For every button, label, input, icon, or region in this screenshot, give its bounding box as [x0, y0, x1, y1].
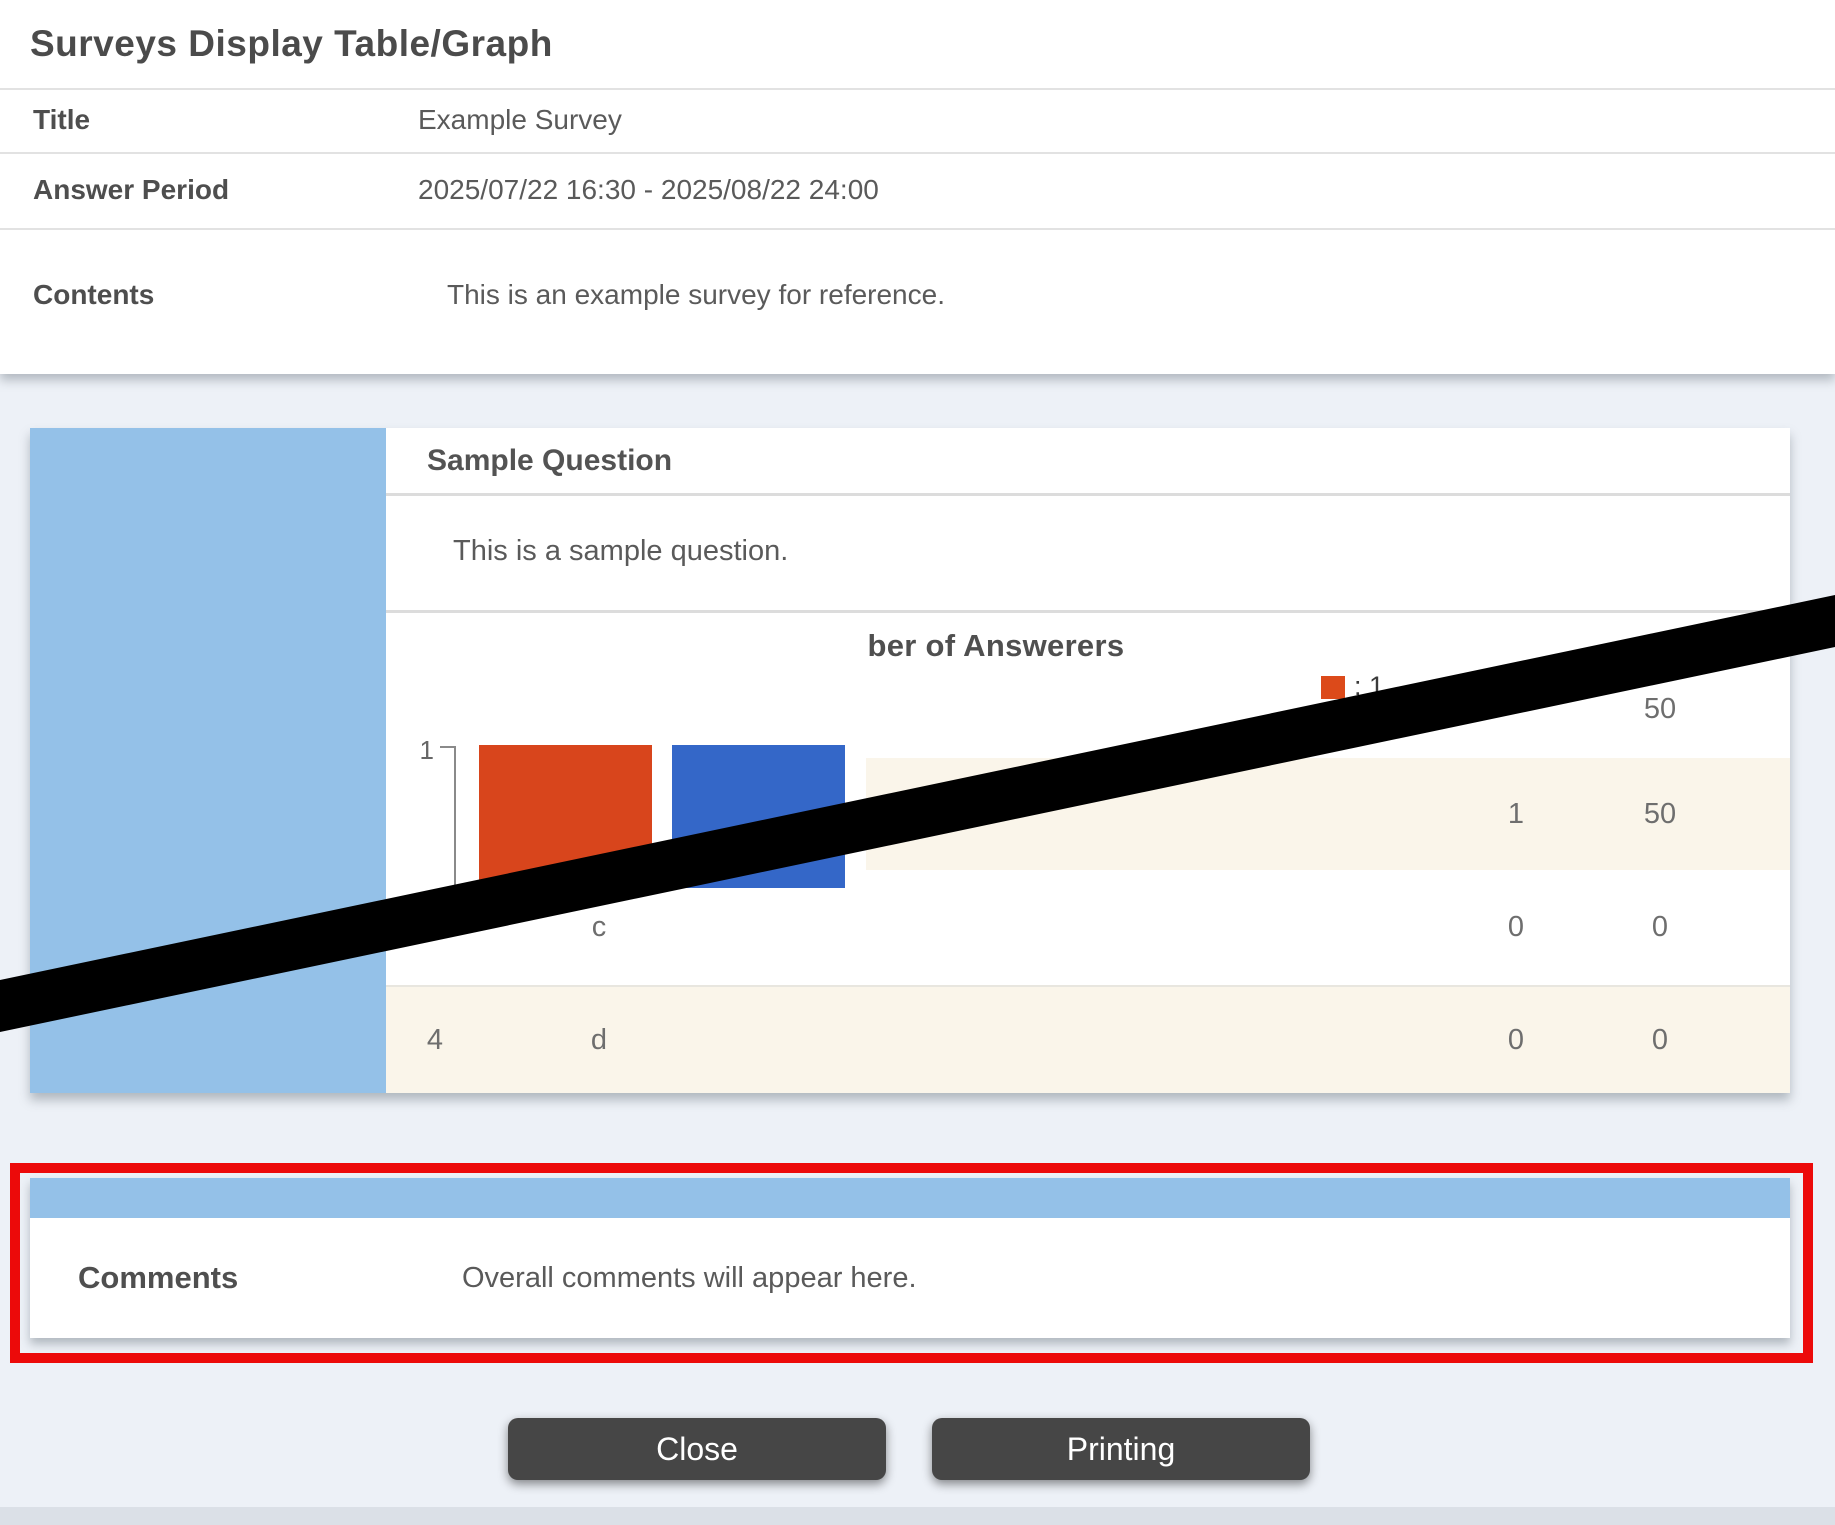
row-percent: 50 [1620, 660, 1700, 758]
field-row-contents: Contents This is an example survey for r… [0, 228, 1835, 374]
row-label: d [559, 987, 639, 1093]
row-count [1476, 660, 1556, 758]
close-button[interactable]: Close [508, 1418, 886, 1480]
bottom-edge-strip [0, 1507, 1835, 1525]
legend-label: : 1 [1354, 671, 1384, 702]
row-percent: 50 [1620, 758, 1700, 870]
bar-option-b [672, 745, 845, 888]
table-row: 4 d 0 0 [386, 987, 1790, 1093]
row-count: 0 [1476, 870, 1556, 985]
field-label: Answer Period [33, 174, 229, 206]
row-number: 3 [395, 870, 475, 985]
legend-marker [1321, 676, 1345, 699]
row-count: 0 [1476, 987, 1556, 1093]
row-percent: 0 [1620, 870, 1700, 985]
field-value: Example Survey [418, 104, 622, 136]
divider [386, 493, 1790, 496]
printing-button[interactable]: Printing [932, 1418, 1310, 1480]
row-count: 1 [1476, 758, 1556, 870]
highlight-annotation [10, 1163, 1813, 1363]
field-label: Contents [33, 279, 154, 311]
field-label: Title [33, 104, 90, 136]
y-axis-line [454, 746, 456, 888]
question-sidebar-block [30, 428, 386, 1093]
question-body: This is a sample question. [453, 535, 788, 568]
bar-option-a [479, 745, 652, 888]
field-row-answer-period: Answer Period 2025/07/22 16:30 - 2025/08… [0, 152, 1835, 228]
page-title: Surveys Display Table/Graph [30, 0, 553, 88]
field-value: This is an example survey for reference. [447, 279, 945, 311]
row-percent: 0 [1620, 987, 1700, 1093]
question-card: Sample Question This is a sample questio… [30, 428, 1790, 1093]
page-header: Surveys Display Table/Graph Title Exampl… [0, 0, 1835, 374]
row-number: 4 [395, 987, 475, 1093]
y-axis-tick-label: 1 [398, 735, 434, 766]
question-title: Sample Question [427, 428, 672, 493]
field-row-title: Title Example Survey [0, 88, 1835, 152]
field-value: 2025/07/22 16:30 - 2025/08/22 24:00 [418, 174, 879, 206]
